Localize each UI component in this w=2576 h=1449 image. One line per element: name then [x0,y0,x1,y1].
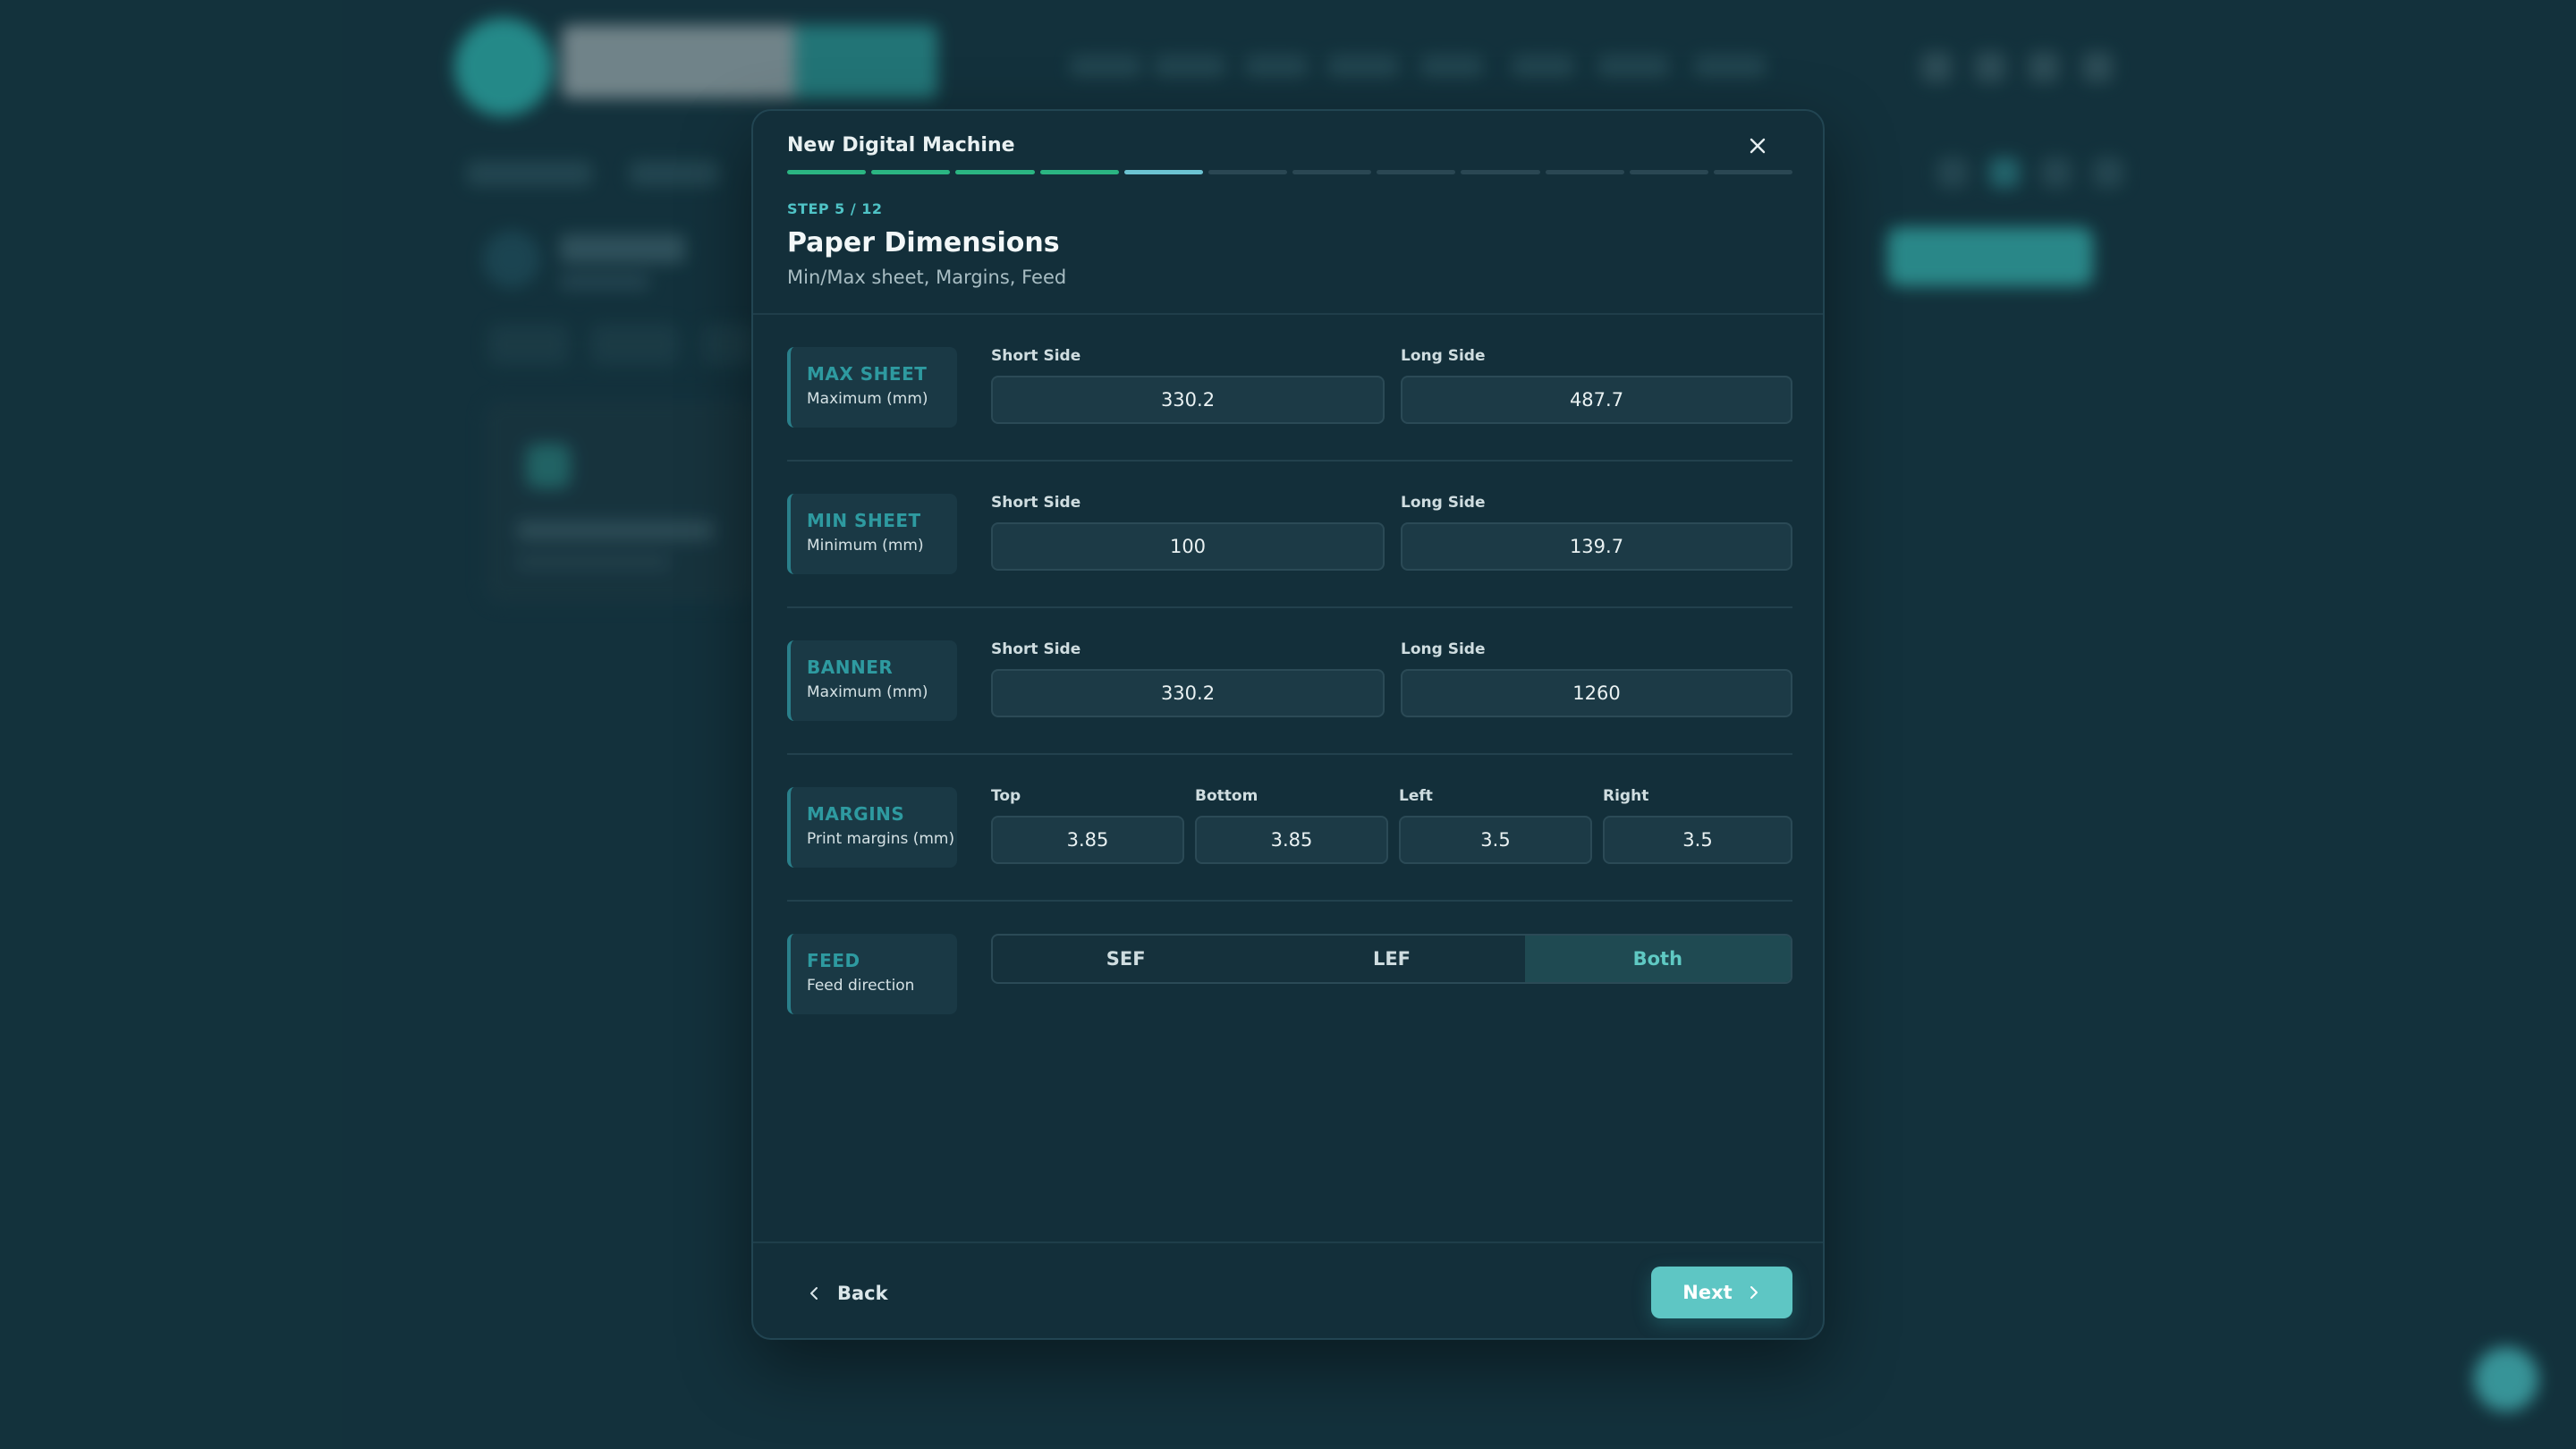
progress-segment [787,170,867,174]
progress-segment [1123,170,1203,174]
step-indicator: STEP 5 / 12 [787,200,883,217]
banner-long-field: Long Side 1260 [1401,640,1792,717]
modal-title: New Digital Machine [787,134,1015,157]
banner-long-input[interactable]: 1260 [1401,669,1792,717]
divider [787,900,1792,902]
margin-bottom-input[interactable]: 3.85 [1195,816,1388,864]
field-label: Short Side [991,640,1081,658]
progress-segment [955,170,1035,174]
progress-segment [871,170,951,174]
field-label: Long Side [1401,494,1486,512]
field-label: Left [1399,787,1433,805]
progress-segment [1545,170,1624,174]
field-label: Right [1603,787,1649,805]
max-sheet-long-field: Long Side 487.7 [1401,347,1792,424]
section-label: MAX SHEET Maximum (mm) [787,347,957,428]
divider [787,606,1792,608]
section-label: BANNER Maximum (mm) [787,640,957,721]
progress-segment [1377,170,1456,174]
progress-segment [1039,170,1119,174]
min-sheet-short-field: Short Side 100 [991,494,1385,571]
section-subtitle: Maximum (mm) [807,683,928,701]
min-sheet-short-input[interactable]: 100 [991,522,1385,571]
field-label: Short Side [991,347,1081,365]
close-button[interactable] [1742,131,1773,161]
section-title: MAX SHEET [807,363,928,385]
back-button[interactable]: Back [807,1275,888,1311]
step-progress-bar [787,170,1793,174]
feed-option-sef[interactable]: SEF [993,936,1258,982]
max-sheet-short-input[interactable]: 330.2 [991,376,1385,424]
modal-footer: Back Next [753,1241,1823,1338]
progress-segment [1713,170,1793,174]
section-subtitle: Minimum (mm) [807,537,924,555]
chevron-left-icon [810,1287,818,1300]
banner-short-field: Short Side 330.2 [991,640,1385,717]
section-label: MARGINS Print margins (mm) [787,787,957,868]
feed-option-both[interactable]: Both [1524,936,1791,982]
progress-segment [1208,170,1288,174]
max-sheet-short-field: Short Side 330.2 [991,347,1385,424]
margin-right-field: Right 3.5 [1603,787,1792,864]
feed-direction-toggle: SEF LEF Both [991,934,1792,984]
field-label: Long Side [1401,347,1486,365]
margin-bottom-field: Bottom 3.85 [1195,787,1388,864]
margin-left-input[interactable]: 3.5 [1399,816,1592,864]
margin-left-field: Left 3.5 [1399,787,1592,864]
close-icon [1750,138,1766,154]
new-machine-modal: New Digital Machine STEP 5 / 12 Paper Di… [751,109,1825,1340]
next-button[interactable]: Next [1651,1267,1792,1318]
field-label: Long Side [1401,640,1486,658]
progress-segment [1629,170,1708,174]
section-subtitle: Print margins (mm) [807,830,955,848]
min-sheet-long-input[interactable]: 139.7 [1401,522,1792,571]
field-label: Top [991,787,1021,805]
divider [787,460,1792,462]
margin-top-input[interactable]: 3.85 [991,816,1184,864]
section-title: MARGINS [807,803,905,825]
section-label: MIN SHEET Minimum (mm) [787,494,957,574]
back-button-label: Back [837,1283,888,1304]
progress-segment [1461,170,1540,174]
margin-right-input[interactable]: 3.5 [1603,816,1792,864]
section-label: FEED Feed direction [787,934,957,1014]
field-label: Short Side [991,494,1081,512]
step-subheading: Min/Max sheet, Margins, Feed [787,267,1067,288]
section-title: FEED [807,950,860,971]
section-title: BANNER [807,657,894,678]
section-title: MIN SHEET [807,510,921,531]
next-button-label: Next [1682,1282,1733,1303]
section-subtitle: Maximum (mm) [807,390,928,408]
feed-option-lef[interactable]: LEF [1258,936,1524,982]
margin-top-field: Top 3.85 [991,787,1184,864]
step-heading: Paper Dimensions [787,227,1060,258]
max-sheet-long-input[interactable]: 487.7 [1401,376,1792,424]
field-label: Bottom [1195,787,1258,805]
banner-short-input[interactable]: 330.2 [991,669,1385,717]
min-sheet-long-field: Long Side 139.7 [1401,494,1792,571]
progress-segment [1292,170,1372,174]
modal-header: New Digital Machine STEP 5 / 12 Paper Di… [753,111,1823,315]
divider [787,753,1792,755]
chevron-right-icon [1750,1286,1758,1299]
section-subtitle: Feed direction [807,977,915,995]
